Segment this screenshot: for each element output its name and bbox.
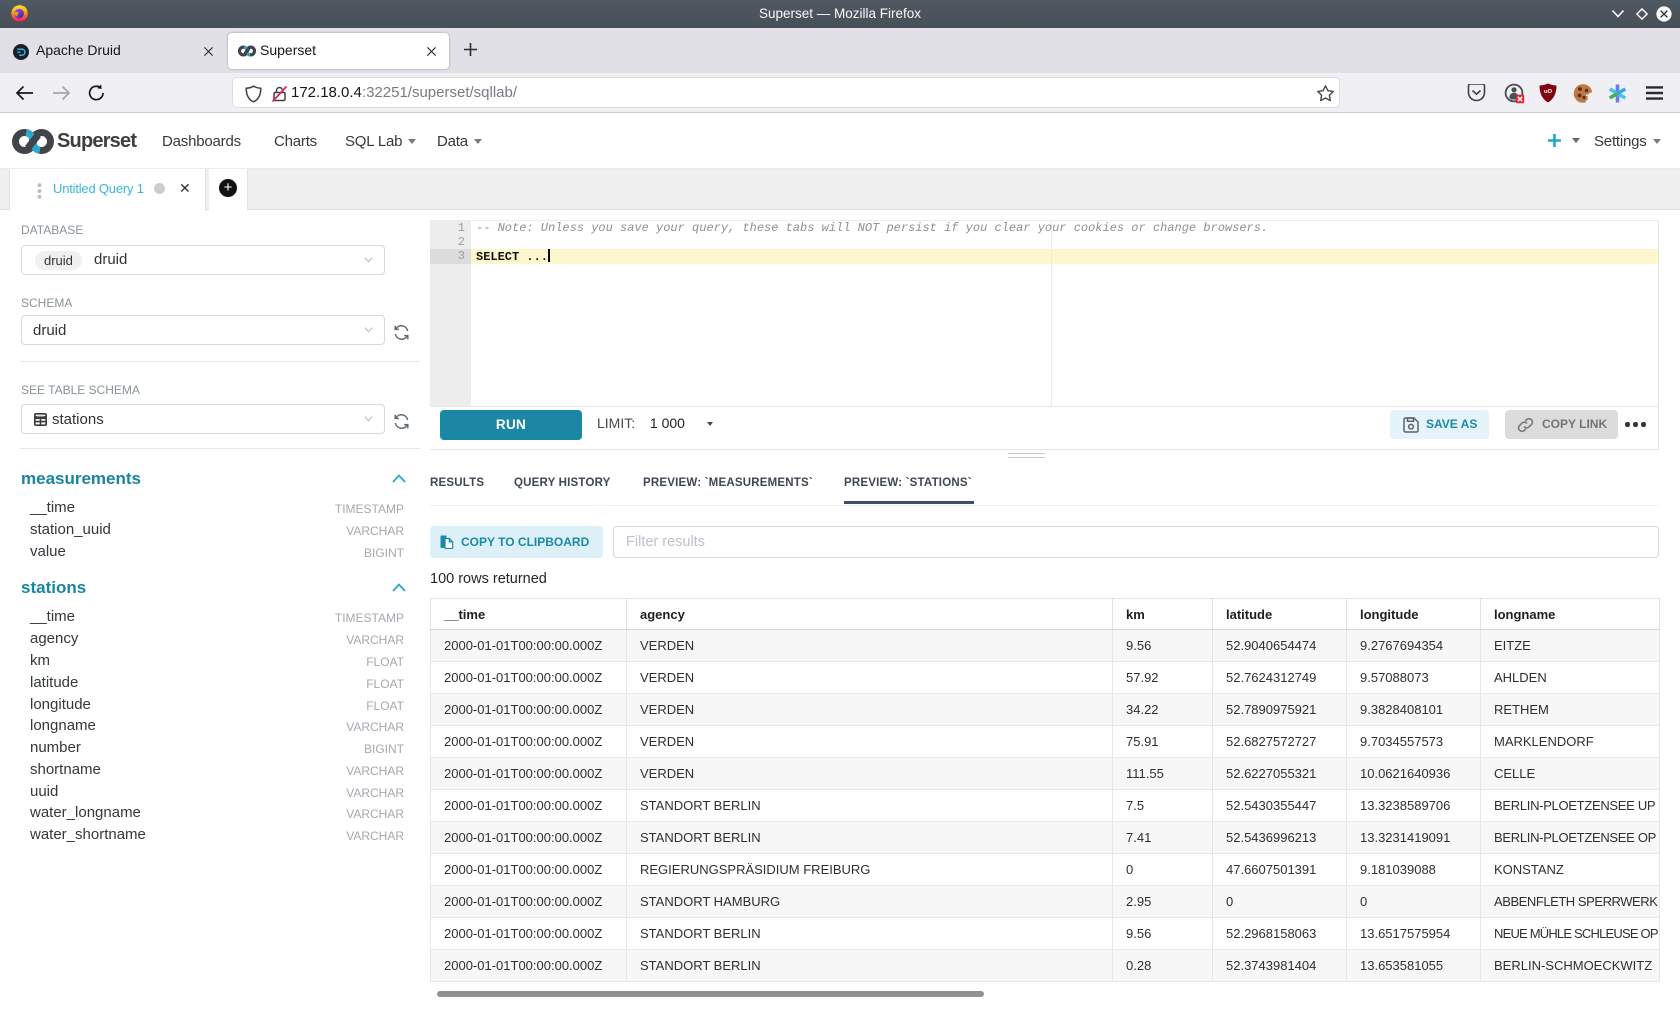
svg-text:uO: uO	[1544, 89, 1553, 95]
